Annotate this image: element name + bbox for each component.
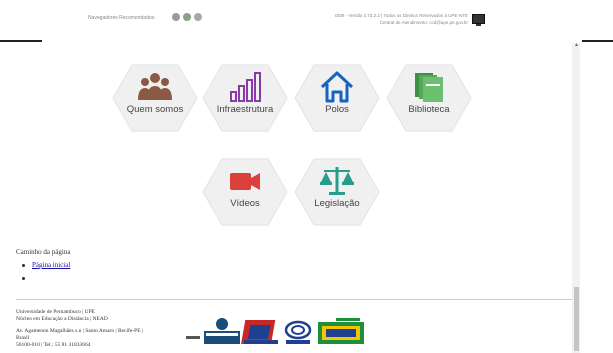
partner-logos-strip [186, 318, 364, 344]
footer-divider [16, 299, 572, 300]
tile-label: Vídeos [230, 198, 260, 209]
support-text: Central de Atendimento: ccd@upe.pe.gov.b… [379, 20, 468, 25]
tile-quem-somos[interactable]: Quem somos [112, 64, 198, 132]
footer-address: Universidade de Pernambuco | UPE Núcleo … [16, 309, 143, 349]
footer-line: Núcleo em Educação a Distância | NEAD [16, 316, 108, 322]
header-rule-right [582, 40, 613, 42]
footer-line: Av. Agamenon Magalhães s.n | Santo Amaro… [16, 328, 144, 334]
books-icon [415, 73, 443, 102]
header-rule-left [0, 40, 42, 42]
footer-line: Universidade de Pernambuco | UPE [16, 309, 95, 315]
breadcrumb-item [22, 274, 70, 287]
tile-label: Legislação [314, 198, 360, 209]
upe-logo[interactable] [241, 320, 278, 344]
tile-biblioteca[interactable]: Biblioteca [386, 64, 472, 132]
tile-label: Polos [325, 104, 349, 115]
tile-label: Biblioteca [408, 104, 450, 115]
tile-videos[interactable]: Vídeos [202, 158, 288, 226]
browser-icons [172, 13, 202, 21]
breadcrumb-item: Página inicial [22, 261, 70, 274]
tile-infraestrutura[interactable]: Infraestrutura [202, 64, 288, 132]
tile-polos[interactable]: Polos [294, 64, 380, 132]
version-text: ODB - Versão 3.72.2.2 | Todos os Direito… [334, 13, 468, 18]
video-camera-icon [230, 173, 260, 190]
breadcrumb-link-home[interactable]: Página inicial [32, 261, 70, 269]
scales-icon [320, 167, 354, 195]
chrome-icon[interactable] [183, 13, 191, 21]
monitor-icon[interactable] [472, 14, 485, 26]
tile-label: Infraestrutura [216, 104, 274, 115]
footer-line: 50100-010 | Tel.: 55 81 31833664 [16, 342, 91, 348]
home-icon [320, 71, 354, 103]
opera-icon[interactable] [194, 13, 202, 21]
footer-line: Brasil [16, 335, 30, 341]
brasil-logo[interactable] [318, 318, 364, 344]
breadcrumb-title: Caminho da página [16, 248, 71, 256]
partner-logos [186, 316, 366, 348]
breadcrumb: Página inicial [22, 261, 70, 287]
capes-logo[interactable] [284, 320, 312, 344]
governo-pernambuco-logo[interactable] [186, 318, 240, 344]
top-bar: Navegadores Recomendados: ODB - Versão 3… [0, 0, 613, 43]
version-info: ODB - Versão 3.72.2.2 | Todos os Direito… [318, 12, 468, 26]
people-icon [138, 73, 172, 100]
tile-legislacao[interactable]: Legislação [294, 158, 380, 226]
scrollbar-thumb[interactable] [574, 287, 579, 351]
bar-chart-icon [230, 72, 261, 102]
recommended-browsers-label: Navegadores Recomendados: [88, 15, 156, 21]
firefox-icon[interactable] [172, 13, 180, 21]
scroll-up-arrow-icon[interactable]: ▲ [574, 43, 579, 48]
tile-label: Quem somos [126, 104, 184, 115]
